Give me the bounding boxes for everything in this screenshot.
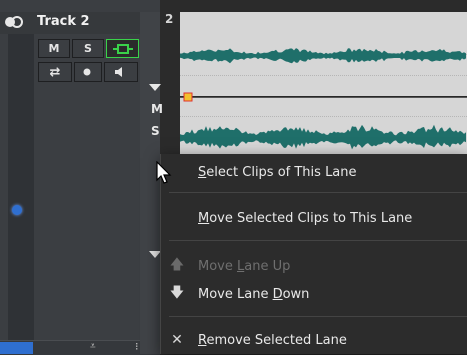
- waveform-lanes[interactable]: [180, 12, 467, 172]
- record-icon: [83, 68, 91, 76]
- menu-item-label: ane Up: [244, 258, 291, 274]
- menu-item-label: elect Clips of This Lane: [206, 164, 357, 180]
- monitor-icon: [112, 43, 133, 54]
- solo-button[interactable]: S: [72, 39, 104, 58]
- routing-button[interactable]: ⇄: [38, 62, 72, 82]
- menu-separator: [169, 192, 467, 193]
- lanes-toggle-icon[interactable]: [4, 14, 24, 30]
- collapse-icon[interactable]: ⩡: [90, 341, 96, 352]
- record-enable-button[interactable]: [74, 62, 102, 82]
- arrow-down-icon: 🡇: [169, 285, 185, 301]
- menu-item-move-selected-clips[interactable]: Move Selected Clips to This Lane: [161, 206, 467, 230]
- menu-separator: [169, 240, 467, 241]
- menu-item-move-lane-up[interactable]: 🡅 Move Lane Up: [161, 254, 467, 278]
- close-icon: ✕: [171, 332, 183, 348]
- arrow-up-icon: 🡅: [169, 257, 185, 273]
- track-footer-accent: [0, 342, 33, 354]
- monitor-button[interactable]: [106, 39, 139, 58]
- speaker-icon: [115, 67, 122, 77]
- context-menu: Select Clips of This Lane Move Selected …: [160, 154, 467, 354]
- waveform-lane-2: [180, 124, 466, 150]
- lane-solo-button[interactable]: S: [151, 124, 160, 138]
- menu-mnemonic: M: [198, 210, 210, 226]
- menu-item-select-clips[interactable]: Select Clips of This Lane: [161, 160, 467, 184]
- routing-icon: ⇄: [49, 64, 61, 80]
- waveform-lane-1: [180, 48, 466, 64]
- lane-mute-button[interactable]: M: [151, 102, 163, 116]
- menu-separator: [169, 316, 467, 317]
- menu-item-move-lane-down[interactable]: 🡇 Move Lane Down: [161, 282, 467, 306]
- lane-expand-icon[interactable]: [147, 82, 163, 92]
- lane-number: 2: [165, 12, 174, 26]
- automation-node: [183, 92, 193, 102]
- menu-item-label: Move: [198, 258, 237, 274]
- menu-item-remove-selected-lane[interactable]: ✕ Remove Selected Lane: [161, 328, 467, 352]
- mute-button[interactable]: M: [38, 39, 70, 58]
- track-color-strip: [8, 34, 34, 348]
- selection-dot[interactable]: [12, 205, 22, 215]
- menu-item-label: ove Selected Clips to This Lane: [209, 210, 413, 226]
- menu-item-label: Move Lane: [198, 286, 273, 302]
- speaker-button[interactable]: [104, 62, 138, 82]
- menu-mnemonic: D: [272, 286, 283, 302]
- track-name[interactable]: Track 2: [37, 14, 90, 29]
- resize-grip-icon[interactable]: ⁝: [135, 340, 139, 353]
- mouse-pointer-icon: [156, 161, 172, 184]
- menu-item-label: own: [282, 286, 310, 302]
- menu-item-label: emove Selected Lane: [206, 332, 347, 348]
